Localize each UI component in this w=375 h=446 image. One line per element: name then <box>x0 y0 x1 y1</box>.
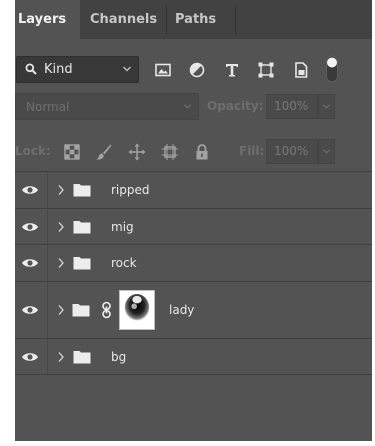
adjustment-filter-icon[interactable] <box>188 61 206 79</box>
chevron-down-icon <box>123 66 131 72</box>
filter-kind-dropdown[interactable]: Kind <box>16 56 139 83</box>
opacity-field[interactable]: 100% <box>266 94 318 119</box>
fill-label: Fill: <box>239 144 265 158</box>
shape-filter-icon[interactable] <box>257 61 275 79</box>
layer-name: mig <box>111 220 134 234</box>
blend-mode-dropdown[interactable]: Normal <box>15 93 199 120</box>
eye-icon[interactable] <box>21 184 39 196</box>
chevron-right-icon[interactable] <box>57 304 65 316</box>
fill-field[interactable]: 100% <box>266 139 318 164</box>
lock-image-pixels-icon[interactable] <box>95 143 113 161</box>
layer-row-bg[interactable]: bg <box>15 338 372 375</box>
layers-panel: Layers Channels Paths Kind Normal Opacit… <box>15 0 372 441</box>
layer-row-mig[interactable]: mig <box>15 208 372 244</box>
filter-toggle-icon[interactable] <box>325 55 339 83</box>
layer-mask-thumbnail[interactable] <box>119 290 155 330</box>
mask-preview-image <box>120 291 154 329</box>
panel-tab-bar: Layers Channels Paths <box>15 0 372 39</box>
search-icon <box>25 63 37 75</box>
tab-divider <box>235 6 236 34</box>
folder-icon <box>72 304 90 317</box>
image-filter-icon[interactable] <box>154 61 172 79</box>
lock-position-icon[interactable] <box>128 143 146 161</box>
tab-layers[interactable]: Layers <box>15 0 80 39</box>
opacity-label: Opacity: <box>207 99 264 113</box>
visibility-column-divider <box>47 339 48 374</box>
layer-row-ripped[interactable]: ripped <box>15 171 372 208</box>
eye-icon[interactable] <box>21 257 39 269</box>
layer-filter-row: Kind <box>15 55 372 85</box>
chevron-right-icon[interactable] <box>57 257 65 269</box>
chevron-down-icon <box>322 149 331 154</box>
folder-icon <box>73 184 91 197</box>
lock-transparent-pixels-icon[interactable] <box>63 143 81 161</box>
folder-icon <box>73 257 91 270</box>
layer-row-lady[interactable]: lady <box>15 281 372 338</box>
tab-channels[interactable]: Channels <box>80 0 166 39</box>
link-icon[interactable] <box>101 301 112 319</box>
filter-kind-label: Kind <box>44 62 73 77</box>
blend-opacity-row: Normal Opacity: 100% <box>15 93 372 121</box>
chevron-right-icon[interactable] <box>57 351 65 363</box>
layer-name: bg <box>111 350 127 364</box>
visibility-column-divider <box>47 172 48 208</box>
chevron-right-icon[interactable] <box>57 184 65 196</box>
lock-fill-row: Lock: Fill: 100% <box>15 138 372 166</box>
smart-object-filter-icon[interactable] <box>292 61 310 79</box>
visibility-column-divider <box>47 245 48 281</box>
folder-icon <box>73 221 91 234</box>
chevron-right-icon[interactable] <box>57 221 65 233</box>
lock-label: Lock: <box>15 144 51 158</box>
layer-name: ripped <box>111 183 150 197</box>
fill-dropdown-button[interactable] <box>318 139 335 164</box>
blend-mode-value: Normal <box>26 100 70 114</box>
eye-icon[interactable] <box>21 304 39 316</box>
visibility-column-divider <box>47 209 48 244</box>
type-filter-icon[interactable] <box>223 61 241 79</box>
layer-row-rock[interactable]: rock <box>15 244 372 281</box>
lock-all-icon[interactable] <box>193 143 211 161</box>
chevron-down-icon <box>322 104 331 109</box>
layer-name: lady <box>169 303 195 317</box>
eye-icon[interactable] <box>21 221 39 233</box>
folder-icon <box>73 351 91 364</box>
tab-paths[interactable]: Paths <box>166 0 235 39</box>
eye-icon[interactable] <box>21 351 39 363</box>
lock-artboard-icon[interactable] <box>161 143 179 161</box>
layer-name: rock <box>111 256 137 270</box>
visibility-column-divider <box>47 282 48 338</box>
chevron-down-icon <box>183 104 192 109</box>
opacity-dropdown-button[interactable] <box>318 94 335 119</box>
